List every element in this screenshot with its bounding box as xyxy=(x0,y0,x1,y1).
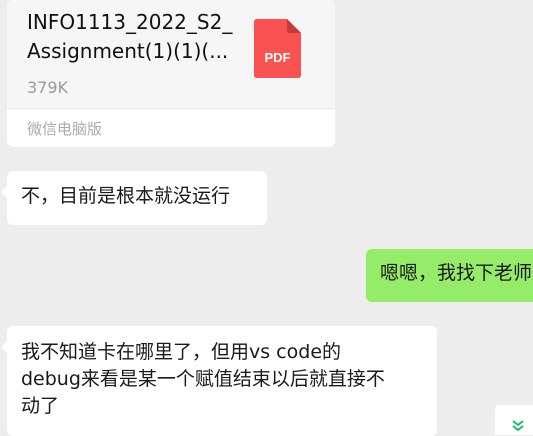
message-text-line-1: 我不知道卡在哪里了，但用vs code的 xyxy=(21,341,342,363)
file-message-card[interactable]: INFO1113_2022_S2_ Assignment(1)(1)(... 3… xyxy=(7,0,335,147)
file-card-divider xyxy=(7,108,335,109)
incoming-message-bubble[interactable]: 我不知道卡在哪里了，但用vs code的 debug来看是某一个赋值结束以后就直… xyxy=(1,326,437,436)
message-text: 嗯嗯，我找下老师 xyxy=(380,262,533,284)
file-name-line-1: INFO1113_2022_S2_ xyxy=(27,10,233,34)
scroll-to-bottom-button[interactable] xyxy=(495,405,533,435)
file-name-line-2: Assignment(1)(1)(... xyxy=(27,39,229,63)
message-text: 不，目前是根本就没运行 xyxy=(21,185,231,207)
file-name: INFO1113_2022_S2_ Assignment(1)(1)(... xyxy=(27,8,237,66)
message-text-line-3: 动了 xyxy=(21,395,60,417)
pdf-label: PDF xyxy=(265,50,291,65)
file-source-label: 微信电脑版 xyxy=(27,120,103,138)
message-text-line-2: debug来看是某一个赋值结束以后就直接不 xyxy=(21,368,385,390)
incoming-message-bubble[interactable]: 不，目前是根本就没运行 xyxy=(1,171,267,225)
file-size: 379K xyxy=(27,78,69,97)
chevron-double-down-icon xyxy=(512,420,524,432)
file-card-body[interactable]: INFO1113_2022_S2_ Assignment(1)(1)(... 3… xyxy=(7,0,335,108)
pdf-file-icon: PDF xyxy=(254,19,301,78)
outgoing-message-bubble[interactable]: 嗯嗯，我找下老师 xyxy=(366,249,533,302)
